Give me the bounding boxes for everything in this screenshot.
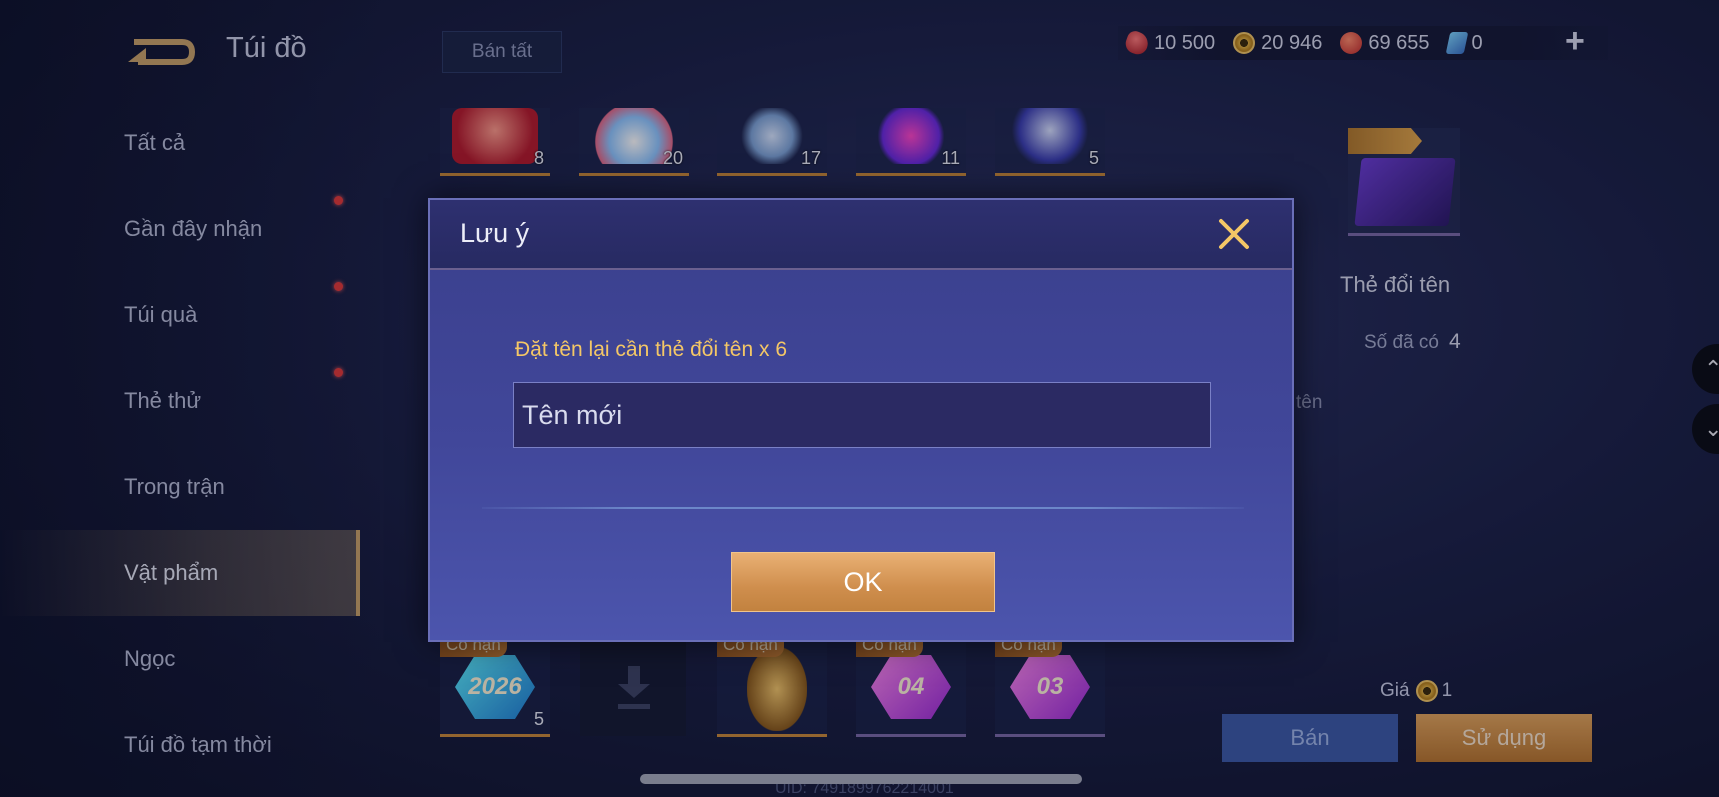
dialog-header: Lưu ý [430,200,1292,270]
new-name-input[interactable] [513,382,1211,448]
close-icon[interactable] [1216,216,1252,252]
dialog-message: Đặt tên lại cần thẻ đổi tên x 6 [515,338,788,361]
dialog-title: Lưu ý [460,218,530,248]
rename-dialog: Lưu ý Đặt tên lại cần thẻ đổi tên x 6 OK [428,198,1294,642]
ok-button[interactable]: OK [731,552,995,612]
inventory-screen: Túi đồ Bán tất 10 500 20 946 69 655 0 + … [0,0,1719,797]
divider [482,507,1244,509]
